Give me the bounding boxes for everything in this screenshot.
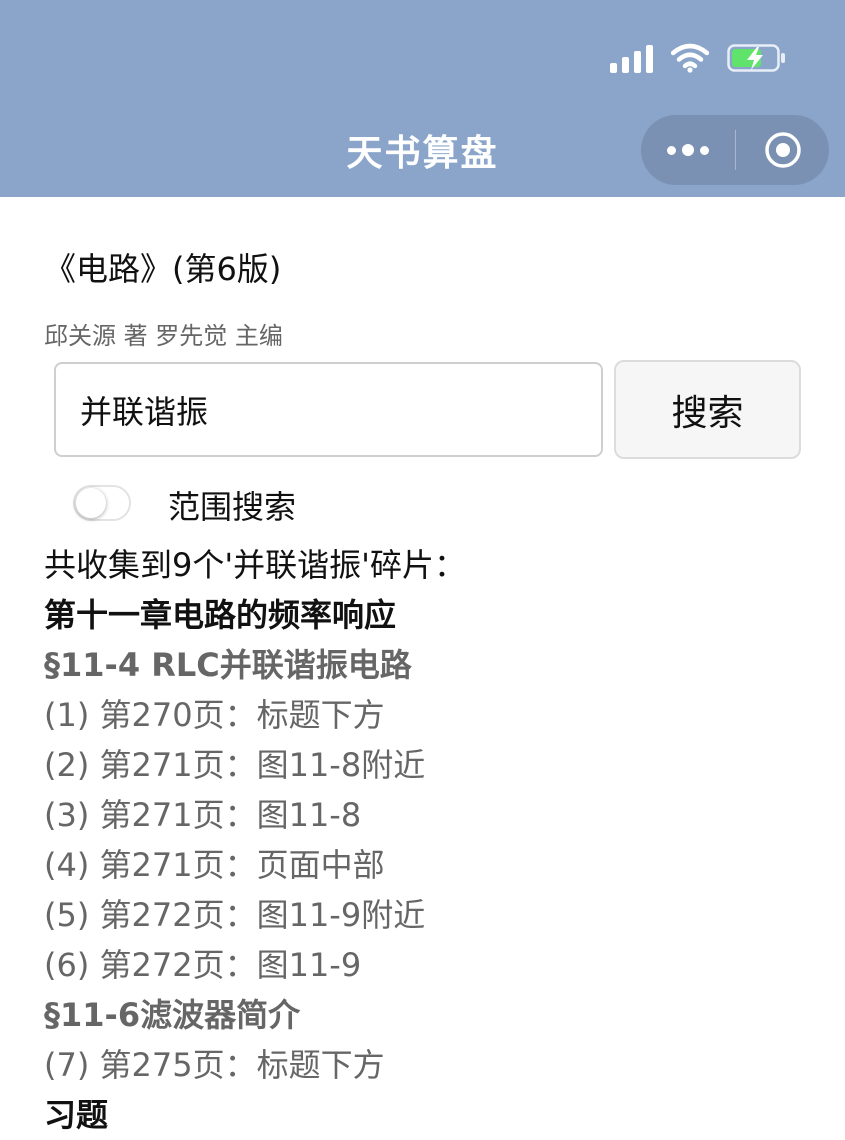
- mini-program-capsule: [641, 115, 829, 185]
- range-search-label: 范围搜索: [168, 488, 297, 526]
- search-input[interactable]: [54, 362, 603, 457]
- result-item[interactable]: (7) 第275页：标题下方: [44, 1040, 824, 1090]
- results-list: 共收集到9个'并联谐振'碎片： 第十一章电路的频率响应 §11-4 RLC并联谐…: [44, 540, 824, 1140]
- signal-icon: [610, 43, 653, 73]
- target-icon: [764, 132, 801, 168]
- result-item[interactable]: (1) 第270页：标题下方: [44, 690, 824, 740]
- search-button[interactable]: 搜索: [614, 360, 801, 459]
- section-heading: §11-6滤波器简介: [44, 996, 301, 1034]
- result-item[interactable]: (3) 第271页：图11-8: [44, 790, 824, 840]
- book-author: 邱关源 著 罗先觉 主编: [44, 322, 283, 350]
- result-item[interactable]: (5) 第272页：图11-9附近: [44, 890, 824, 940]
- battery-charging-icon: [727, 44, 785, 72]
- wifi-icon: [671, 43, 709, 73]
- book-title: 《电路》(第6版): [44, 250, 282, 288]
- results-summary: 共收集到9个'并联谐振'碎片：: [44, 546, 466, 584]
- section-heading: 习题: [44, 1096, 109, 1134]
- more-icon-dot: [682, 144, 694, 156]
- result-item[interactable]: (4) 第271页：页面中部: [44, 840, 824, 890]
- more-button[interactable]: [641, 115, 735, 185]
- toggle-knob: [76, 488, 106, 518]
- chapter-heading: 第十一章电路的频率响应: [44, 596, 397, 634]
- result-item[interactable]: (6) 第272页：图11-9: [44, 940, 824, 990]
- result-item[interactable]: (2) 第271页：图11-8附近: [44, 740, 824, 790]
- status-bar: [610, 40, 787, 76]
- nav-bar: 天书算盘: [0, 0, 845, 197]
- close-button[interactable]: [736, 115, 829, 185]
- more-icon-dot-2: [700, 145, 709, 155]
- range-search-toggle[interactable]: [73, 485, 131, 521]
- section-heading: §11-4 RLC并联谐振电路: [44, 646, 412, 684]
- more-icon: [667, 145, 676, 155]
